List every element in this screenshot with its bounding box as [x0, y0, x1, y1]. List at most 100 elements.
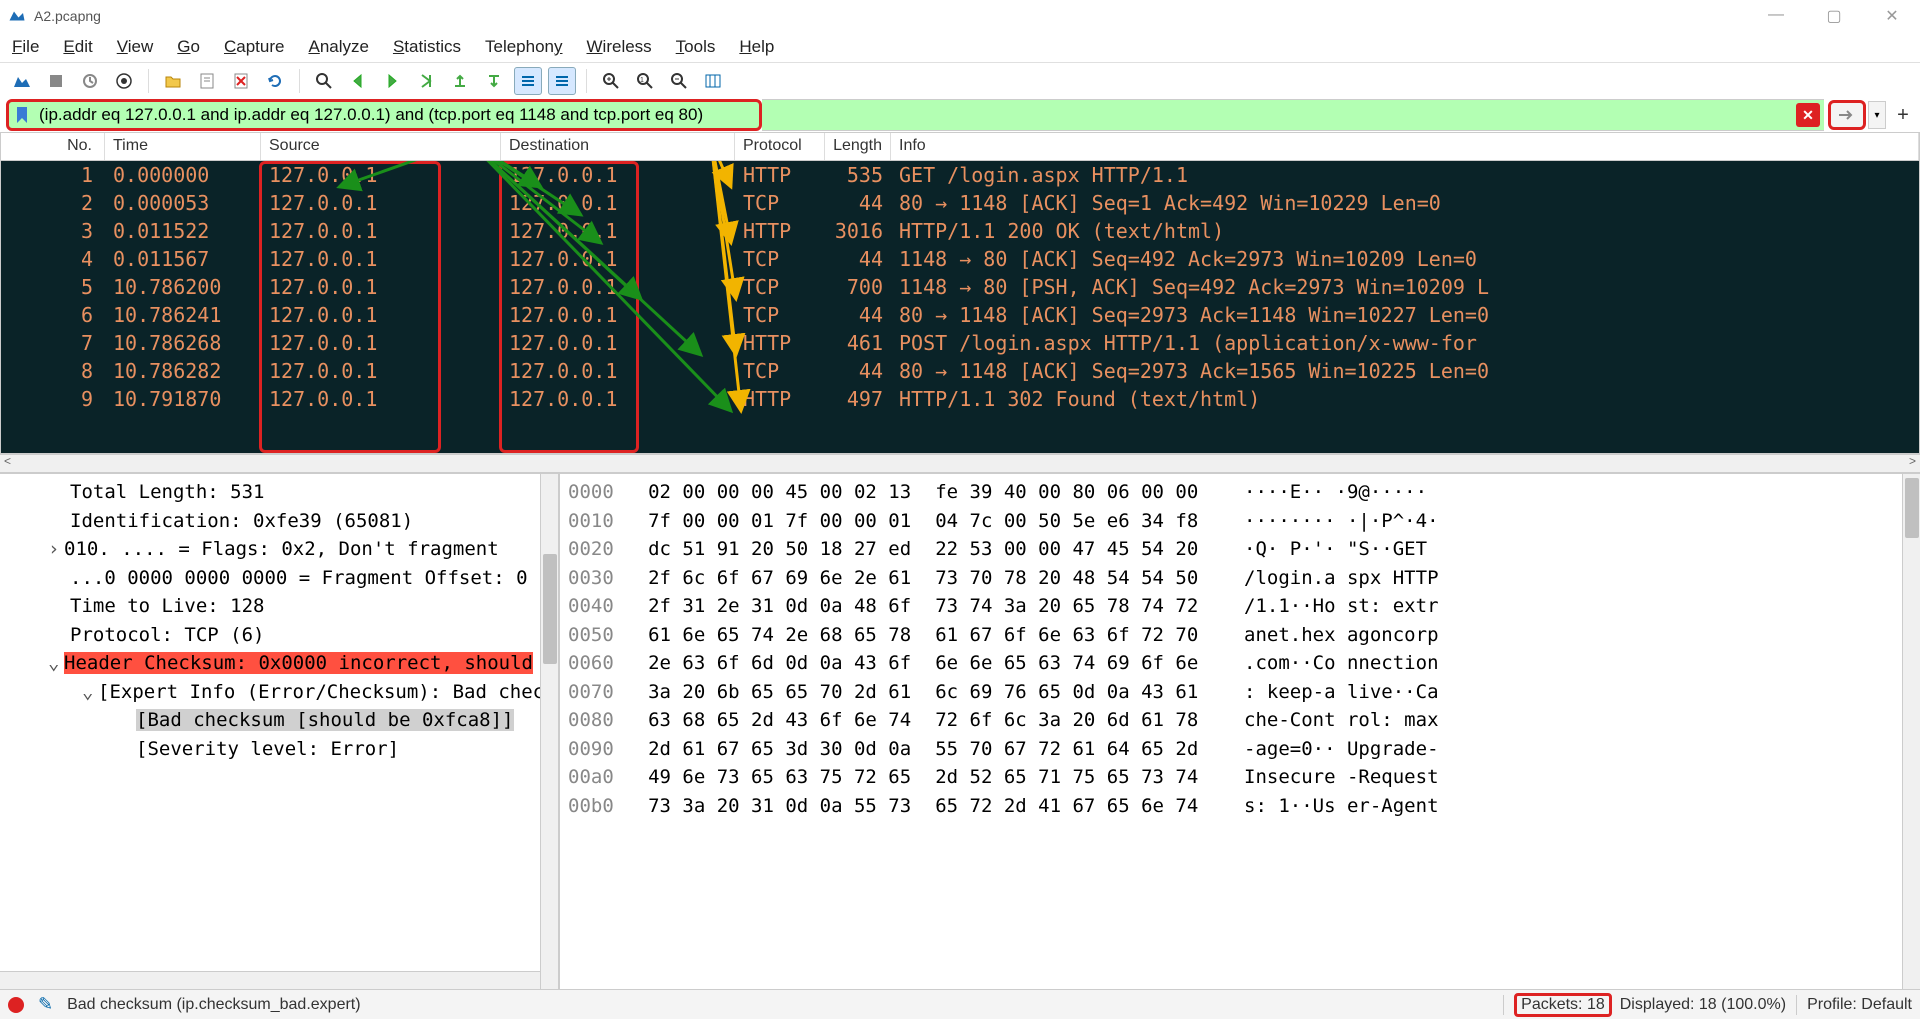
menu-file[interactable]: File — [12, 37, 39, 57]
hex-row[interactable]: 0070 3a 20 6b 65 65 70 2d 616c 69 76 65 … — [568, 678, 1912, 707]
hex-row[interactable]: 0020 dc 51 91 20 50 18 27 ed22 53 00 00 … — [568, 535, 1912, 564]
packet-row[interactable]: 910.791870127.0.0.1127.0.0.1HTTP497HTTP/… — [1, 385, 1919, 413]
packet-row[interactable]: 710.786268127.0.0.1127.0.0.1HTTP461POST … — [1, 329, 1919, 357]
packet-details-pane[interactable]: Total Length: 531 Identification: 0xfe39… — [0, 474, 560, 989]
detail-line-expert[interactable]: ⌄[Expert Info (Error/Checksum): Bad chec — [8, 678, 558, 707]
toolbar: 1 — [0, 62, 1920, 98]
detail-line: Time to Live: 128 — [8, 592, 558, 621]
menu-capture[interactable]: Capture — [224, 37, 284, 57]
zoom-reset-button[interactable]: 1 — [631, 67, 659, 95]
apply-filter-button[interactable] — [1828, 100, 1866, 130]
menu-analyze[interactable]: Analyze — [308, 37, 368, 57]
resize-columns-button[interactable] — [699, 67, 727, 95]
zoom-out-button[interactable] — [665, 67, 693, 95]
hex-row[interactable]: 0050 61 6e 65 74 2e 68 65 7861 67 6f 6e … — [568, 621, 1912, 650]
detail-line[interactable]: ›010. .... = Flags: 0x2, Don't fragment — [8, 535, 558, 564]
status-message: Bad checksum (ip.checksum_bad.expert) — [67, 996, 1493, 1014]
detail-line: ...0 0000 0000 0000 = Fragment Offset: 0 — [8, 564, 558, 593]
packet-row[interactable]: 510.786200127.0.0.1127.0.0.1TCP7001148 →… — [1, 273, 1919, 301]
go-to-packet-button[interactable] — [412, 67, 440, 95]
go-first-button[interactable] — [446, 67, 474, 95]
menu-edit[interactable]: Edit — [63, 37, 92, 57]
hex-row[interactable]: 0030 2f 6c 6f 67 69 6e 2e 6173 70 78 20 … — [568, 564, 1912, 593]
packet-bytes-pane[interactable]: 0000 02 00 00 00 45 00 02 13fe 39 40 00 … — [560, 474, 1920, 989]
detail-line: Total Length: 531 — [8, 478, 558, 507]
status-bar: ✎ Bad checksum (ip.checksum_bad.expert) … — [0, 989, 1920, 1019]
menu-statistics[interactable]: Statistics — [393, 37, 461, 57]
minimize-button[interactable]: — — [1756, 6, 1796, 26]
menubar: File Edit View Go Capture Analyze Statis… — [0, 32, 1920, 62]
filter-dropdown-button[interactable]: ▾ — [1868, 101, 1886, 129]
detail-line: [Severity level: Error] — [8, 735, 558, 764]
edit-icon[interactable]: ✎ — [38, 994, 53, 1015]
colorize-button[interactable] — [548, 67, 576, 95]
status-profile[interactable]: Profile: Default — [1807, 996, 1912, 1014]
bookmark-icon[interactable] — [11, 104, 33, 126]
detail-line: Protocol: TCP (6) — [8, 621, 558, 650]
column-length[interactable]: Length — [825, 133, 891, 160]
packet-row[interactable]: 20.000053127.0.0.1127.0.0.1TCP4480 → 114… — [1, 189, 1919, 217]
bytes-vscroll[interactable] — [1902, 474, 1920, 989]
packet-row[interactable]: 10.000000127.0.0.1127.0.0.1HTTP535GET /l… — [1, 161, 1919, 189]
hex-row[interactable]: 0080 63 68 65 2d 43 6f 6e 7472 6f 6c 3a … — [568, 706, 1912, 735]
column-no[interactable]: No. — [1, 133, 105, 160]
reload-button[interactable] — [261, 67, 289, 95]
packet-row[interactable]: 30.011522127.0.0.1127.0.0.1HTTP3016HTTP/… — [1, 217, 1919, 245]
detail-line: [Bad checksum [should be 0xfca8]] — [8, 706, 558, 735]
save-file-button[interactable] — [193, 67, 221, 95]
zoom-in-button[interactable] — [597, 67, 625, 95]
hex-row[interactable]: 0010 7f 00 00 01 7f 00 00 0104 7c 00 50 … — [568, 507, 1912, 536]
column-destination[interactable]: Destination — [501, 133, 735, 160]
find-button[interactable] — [310, 67, 338, 95]
stop-capture-button[interactable] — [42, 67, 70, 95]
hex-row[interactable]: 0000 02 00 00 00 45 00 02 13fe 39 40 00 … — [568, 478, 1912, 507]
close-file-button[interactable] — [227, 67, 255, 95]
packet-row[interactable]: 40.011567127.0.0.1127.0.0.1TCP441148 → 8… — [1, 245, 1919, 273]
menu-wireless[interactable]: Wireless — [587, 37, 652, 57]
menu-go[interactable]: Go — [177, 37, 200, 57]
packet-list-header: No. Time Source Destination Protocol Len… — [1, 133, 1919, 161]
auto-scroll-button[interactable] — [514, 67, 542, 95]
menu-view[interactable]: View — [117, 37, 154, 57]
packet-row[interactable]: 610.786241127.0.0.1127.0.0.1TCP4480 → 11… — [1, 301, 1919, 329]
packet-list-hscroll[interactable] — [0, 454, 1920, 472]
go-forward-button[interactable] — [378, 67, 406, 95]
display-filter-input[interactable] — [33, 101, 759, 129]
menu-tools[interactable]: Tools — [676, 37, 716, 57]
add-filter-button[interactable]: + — [1892, 104, 1914, 126]
clear-filter-button[interactable]: ✕ — [1796, 103, 1820, 127]
details-vscroll[interactable] — [540, 474, 558, 989]
hex-row[interactable]: 00a0 49 6e 73 65 63 75 72 652d 52 65 71 … — [568, 763, 1912, 792]
menu-telephony[interactable]: Telephony — [485, 37, 563, 57]
status-displayed: Displayed: 18 (100.0%) — [1620, 996, 1786, 1014]
detail-line-checksum[interactable]: ⌄Header Checksum: 0x0000 incorrect, shou… — [8, 649, 558, 678]
packet-list-body[interactable]: 10.000000127.0.0.1127.0.0.1HTTP535GET /l… — [1, 161, 1919, 453]
hex-row[interactable]: 0040 2f 31 2e 31 0d 0a 48 6f73 74 3a 20 … — [568, 592, 1912, 621]
column-source[interactable]: Source — [261, 133, 501, 160]
maximize-button[interactable]: ▢ — [1814, 6, 1854, 26]
close-button[interactable]: ✕ — [1872, 6, 1912, 26]
packet-row[interactable]: 810.786282127.0.0.1127.0.0.1TCP4480 → 11… — [1, 357, 1919, 385]
hex-row[interactable]: 0060 2e 63 6f 6d 0d 0a 43 6f6e 6e 65 63 … — [568, 649, 1912, 678]
packet-list: No. Time Source Destination Protocol Len… — [0, 132, 1920, 454]
detail-line: Identification: 0xfe39 (65081) — [8, 507, 558, 536]
go-back-button[interactable] — [344, 67, 372, 95]
column-protocol[interactable]: Protocol — [735, 133, 825, 160]
go-last-button[interactable] — [480, 67, 508, 95]
menu-help[interactable]: Help — [739, 37, 774, 57]
svg-text:1: 1 — [640, 77, 644, 84]
start-capture-button[interactable] — [8, 67, 36, 95]
column-info[interactable]: Info — [891, 133, 1919, 160]
hex-row[interactable]: 00b0 73 3a 20 31 0d 0a 55 7365 72 2d 41 … — [568, 792, 1912, 821]
column-time[interactable]: Time — [105, 133, 261, 160]
hex-row[interactable]: 0090 2d 61 67 65 3d 30 0d 0a55 70 67 72 … — [568, 735, 1912, 764]
capture-options-button[interactable] — [110, 67, 138, 95]
window-title: A2.pcapng — [34, 8, 1756, 24]
wireshark-icon — [8, 7, 26, 25]
titlebar: A2.pcapng — ▢ ✕ — [0, 0, 1920, 32]
expert-info-indicator[interactable] — [8, 997, 24, 1013]
details-hscroll[interactable] — [0, 971, 540, 989]
restart-capture-button[interactable] — [76, 67, 104, 95]
open-file-button[interactable] — [159, 67, 187, 95]
filter-bar: ✕ ▾ + — [0, 98, 1920, 132]
